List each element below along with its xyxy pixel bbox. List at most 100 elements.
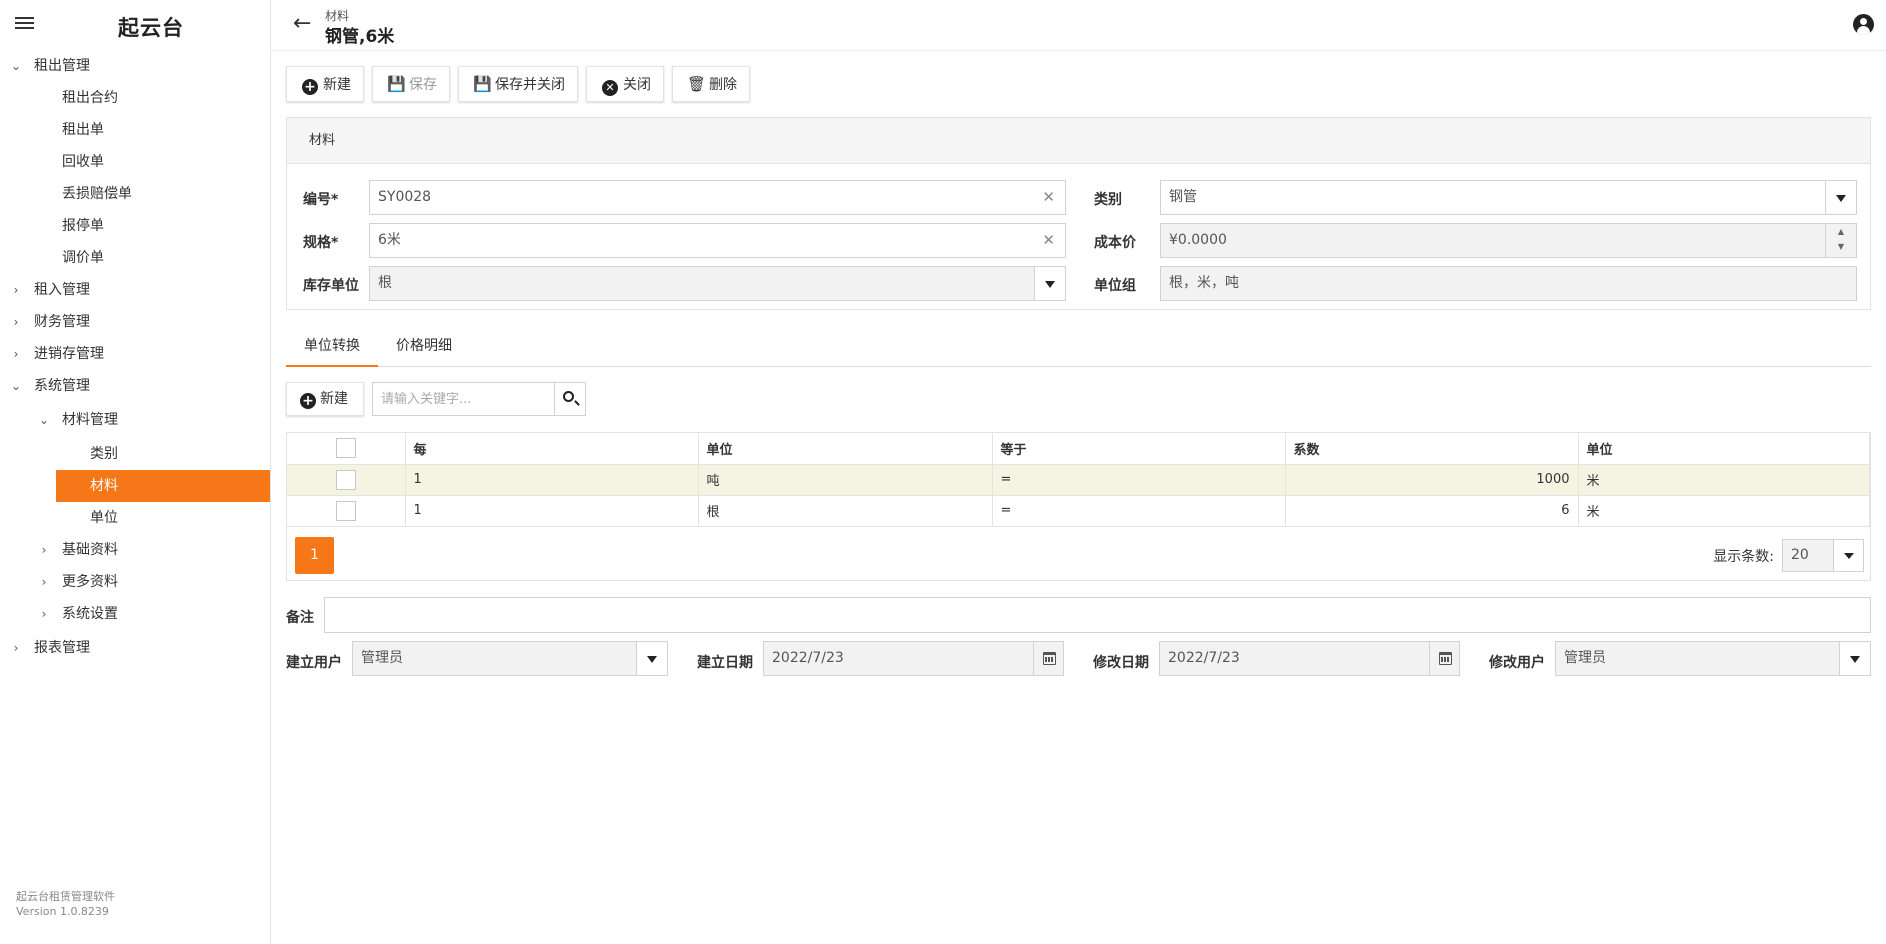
sidebar-item[interactable]: 报停单: [0, 210, 271, 242]
sidebar-item-label: 财务管理: [34, 314, 90, 330]
column-header[interactable]: 系数: [1285, 433, 1579, 465]
cost-field[interactable]: ¥0.0000 ▲ ▼: [1160, 223, 1857, 258]
search-button[interactable]: [554, 383, 585, 415]
row-checkbox[interactable]: [335, 469, 356, 490]
sidebar-footer: 起云台租赁管理软件 Version 1.0.8239: [16, 889, 115, 919]
sidebar-item[interactable]: ⌄ 租出管理: [0, 50, 271, 82]
sidebar-item-label: 类别: [90, 446, 118, 462]
close-button[interactable]: ✕ 关闭: [586, 66, 664, 102]
back-arrow-icon[interactable]: ←: [293, 13, 311, 35]
category-label: 类别: [1094, 192, 1122, 208]
calendar-icon[interactable]: [1033, 642, 1063, 675]
sidebar-nav: ⌄ 租出管理 租出合约 租出单 回收单 丢损赔偿单 报停单 调价单 › 租入管理 › 财务管理 › 进销存…: [0, 50, 271, 666]
chevron-down-icon[interactable]: [1833, 540, 1863, 571]
product-name: 起云台租赁管理软件: [16, 890, 115, 903]
save-button[interactable]: 💾 保存: [372, 66, 450, 102]
column-header[interactable]: 等于: [992, 433, 1286, 465]
sidebar-item-label: 材料管理: [62, 412, 118, 428]
search-input[interactable]: [373, 383, 555, 415]
sidebar-item[interactable]: › 报表管理: [0, 630, 271, 666]
sidebar-item-label: 回收单: [62, 154, 104, 170]
top-bar: ← 材料 钢管,6米: [271, 0, 1886, 51]
table-row[interactable]: 1 根 = 6 米: [287, 495, 1870, 527]
sidebar-item[interactable]: 单位: [0, 502, 271, 534]
clear-icon[interactable]: ✕: [1042, 181, 1055, 214]
modified-date-field[interactable]: 2022/7/23: [1159, 641, 1460, 676]
tab-unit-conversion[interactable]: 单位转换: [286, 331, 378, 367]
stock-unit-label: 库存单位: [303, 278, 359, 294]
column-header[interactable]: 单位: [1578, 433, 1870, 465]
detail-tabs: 单位转换 价格明细: [286, 331, 1871, 367]
created-by-select[interactable]: 管理员: [352, 641, 668, 676]
chevron-right-icon: ›: [13, 315, 19, 329]
code-field[interactable]: SY0028 ✕: [369, 180, 1066, 215]
user-account-icon[interactable]: [1853, 14, 1874, 35]
unit-cell[interactable]: 根: [698, 495, 993, 527]
row-checkbox[interactable]: [335, 500, 356, 521]
sidebar: 起云台 ⌄ 租出管理 租出合约 租出单 回收单 丢损赔偿单 报停单 调价单 › 租入管理 › 财务管理…: [0, 0, 271, 944]
sidebar-item[interactable]: › 进销存管理: [0, 338, 271, 370]
chevron-right-icon: ›: [41, 607, 47, 621]
chevron-down-icon[interactable]: [1825, 181, 1856, 214]
chevron-right-icon: ›: [41, 575, 47, 589]
hamburger-menu-icon[interactable]: [14, 14, 36, 36]
select-all-cell: [287, 433, 406, 465]
sidebar-item-label: 租入管理: [34, 282, 90, 298]
column-header[interactable]: 每: [405, 433, 699, 465]
sidebar-item[interactable]: › 租入管理: [0, 274, 271, 306]
sidebar-item[interactable]: ⌄ 材料管理: [0, 402, 271, 438]
code-label: 编号*: [303, 192, 339, 208]
sidebar-item-label: 丢损赔偿单: [62, 186, 132, 202]
unit-group-label: 单位组: [1094, 278, 1136, 294]
sidebar-item[interactable]: 租出单: [0, 114, 271, 146]
per-cell[interactable]: 1: [405, 464, 699, 496]
unit-cell[interactable]: 吨: [698, 464, 993, 496]
category-select[interactable]: 钢管: [1160, 180, 1857, 215]
sidebar-item[interactable]: 租出合约: [0, 82, 271, 114]
sidebar-item[interactable]: 调价单: [0, 242, 271, 274]
sidebar-item[interactable]: › 更多资料: [0, 566, 271, 598]
sidebar-item[interactable]: 丢损赔偿单: [0, 178, 271, 210]
new-button[interactable]: + 新建: [286, 66, 364, 102]
spinner-icon[interactable]: ▲ ▼: [1825, 224, 1856, 257]
chevron-down-icon[interactable]: [1034, 267, 1065, 300]
save-and-close-button[interactable]: 💾 保存并关闭: [458, 66, 578, 102]
per-cell[interactable]: 1: [405, 495, 699, 527]
sidebar-item[interactable]: 类别: [0, 438, 271, 470]
factor-cell[interactable]: 1000: [1285, 464, 1579, 496]
select-all-checkbox[interactable]: [335, 438, 356, 459]
close-circle-icon: ✕: [602, 80, 618, 96]
equals-cell: =: [992, 495, 1286, 527]
clear-icon[interactable]: ✕: [1042, 224, 1055, 257]
created-date-label: 建立日期: [697, 655, 753, 671]
search-icon: [563, 391, 574, 402]
delete-button[interactable]: 🗑 删除: [672, 66, 750, 102]
page-button[interactable]: 1: [295, 537, 334, 574]
factor-cell[interactable]: 6: [1285, 495, 1579, 527]
note-field[interactable]: [324, 597, 1871, 633]
version-text: Version 1.0.8239: [16, 905, 109, 918]
spec-label: 规格*: [303, 235, 339, 251]
modified-by-label: 修改用户: [1489, 655, 1545, 671]
page-size-label: 显示条数:: [1713, 549, 1774, 565]
sidebar-item[interactable]: › 系统设置: [0, 598, 271, 630]
stock-unit-select[interactable]: 根: [369, 266, 1066, 301]
created-date-field[interactable]: 2022/7/23: [763, 641, 1064, 676]
column-header[interactable]: 单位: [698, 433, 993, 465]
calendar-icon[interactable]: [1429, 642, 1459, 675]
sidebar-item[interactable]: ⌄ 系统管理: [0, 370, 271, 402]
chevron-down-icon[interactable]: [636, 642, 667, 675]
tab-price-detail[interactable]: 价格明细: [378, 331, 470, 367]
unit-conversion-grid: 每 单位 等于 系数 单位 1 吨 = 1000 米 1 根 = 6 米 1 显…: [286, 432, 1871, 581]
modified-by-select[interactable]: 管理员: [1555, 641, 1871, 676]
sidebar-item[interactable]: › 财务管理: [0, 306, 271, 338]
sidebar-item[interactable]: 回收单: [0, 146, 271, 178]
table-row[interactable]: 1 吨 = 1000 米: [287, 464, 1870, 496]
sidebar-item[interactable]: › 基础资料: [0, 534, 271, 566]
save-close-icon: 💾: [473, 75, 492, 93]
spec-field[interactable]: 6米 ✕: [369, 223, 1066, 258]
add-conversion-button[interactable]: + 新建: [286, 382, 364, 416]
page-size-select[interactable]: 20: [1782, 539, 1864, 572]
chevron-down-icon[interactable]: [1839, 642, 1870, 675]
sidebar-item[interactable]: 材料: [56, 470, 270, 502]
